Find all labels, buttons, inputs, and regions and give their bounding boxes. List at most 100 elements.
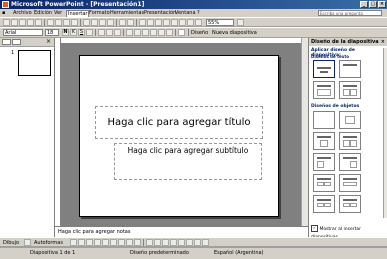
open-icon[interactable] [11,19,18,26]
menu-presentacion[interactable]: Presentación [144,9,176,17]
layout-content-text[interactable] [313,153,335,171]
numbering-icon[interactable] [126,29,133,36]
decrease-font-icon[interactable] [150,29,157,36]
line-style-icon[interactable] [170,239,177,246]
text-box-icon[interactable] [102,239,109,246]
layout-blank[interactable] [313,111,335,129]
layout-title-only[interactable] [339,60,361,78]
line-icon[interactable] [70,239,77,246]
font-size-select[interactable]: 18 [45,29,59,36]
undo-icon[interactable] [119,19,126,26]
show-grid-icon[interactable] [187,19,194,26]
print-icon[interactable] [47,19,54,26]
insert-table-icon[interactable] [147,19,154,26]
draw-menu-button[interactable]: Dibujo [3,239,19,247]
close-task-pane-icon[interactable]: × [381,38,385,46]
font-color-draw-icon[interactable] [162,239,169,246]
arrow-style-icon[interactable] [186,239,193,246]
fill-color-icon[interactable] [146,239,153,246]
zoom-select[interactable]: 55% [206,19,234,26]
shadow-style-icon[interactable] [194,239,201,246]
save-icon[interactable] [19,19,26,26]
tab-outline[interactable] [2,39,11,45]
menu-help[interactable]: ? [197,9,200,17]
underline-icon[interactable]: S [78,29,85,36]
rectangle-icon[interactable] [86,239,93,246]
design-button[interactable]: Diseño [191,29,208,37]
increase-font-icon[interactable] [142,29,149,36]
layout-title-text[interactable] [313,81,335,99]
menu-herramientas[interactable]: Herramientas [110,9,144,17]
menu-ventana[interactable]: Ventana [175,9,196,17]
picture-icon[interactable] [134,239,141,246]
align-center-icon[interactable] [106,29,113,36]
close-icon[interactable]: × [378,1,386,8]
oval-icon[interactable] [94,239,101,246]
menu-formato[interactable]: Formato [89,9,110,17]
font-name-select[interactable]: Arial [3,29,43,36]
align-right-icon[interactable] [114,29,121,36]
clipart-icon[interactable] [126,239,133,246]
format-painter-icon[interactable] [107,19,114,26]
ask-question-input[interactable]: Escriba una pregunta [318,10,382,16]
help-icon[interactable] [237,19,244,26]
layout-title-content-grid[interactable] [339,195,361,213]
insert-chart-icon[interactable] [139,19,146,26]
permission-icon[interactable] [27,19,34,26]
diagram-icon[interactable] [118,239,125,246]
research-icon[interactable] [71,19,78,26]
layout-two-columns[interactable] [339,81,361,99]
bold-icon[interactable]: N [62,29,69,36]
3d-style-icon[interactable] [202,239,209,246]
color-grayscale-icon[interactable] [195,19,202,26]
slide-canvas[interactable]: Haga clic para agregar título Haga clic … [79,55,279,217]
bullets-icon[interactable] [134,29,141,36]
menu-archivo[interactable]: Archivo [13,9,32,17]
email-icon[interactable] [35,19,42,26]
select-objects-icon[interactable] [24,239,31,246]
increase-indent-icon[interactable] [166,29,173,36]
autoshapes-menu-button[interactable]: Autoformas [34,239,63,247]
italic-icon[interactable]: K [70,29,77,36]
maximize-icon[interactable]: □ [369,1,377,8]
layout-content-over-text[interactable] [339,174,361,192]
copy-icon[interactable] [91,19,98,26]
layout-title-slide[interactable] [313,60,335,78]
redo-icon[interactable] [127,19,134,26]
layout-text-content[interactable] [339,153,361,171]
insert-hyperlink-icon[interactable] [163,19,170,26]
close-pane-icon[interactable]: × [46,38,51,46]
wordart-icon[interactable] [110,239,117,246]
align-left-icon[interactable] [98,29,105,36]
powerpoint-app-icon[interactable] [2,1,9,8]
dash-style-icon[interactable] [178,239,185,246]
layout-content-grid[interactable] [313,195,335,213]
show-on-insert-checkbox[interactable]: ✓ [311,225,318,232]
print-preview-icon[interactable] [55,19,62,26]
font-color-icon[interactable] [178,29,185,36]
line-color-icon[interactable] [154,239,161,246]
tab-slides[interactable] [12,39,21,45]
layout-four-content[interactable] [313,174,335,192]
spelling-icon[interactable] [63,19,70,26]
minimize-icon[interactable]: _ [360,1,368,8]
show-formatting-icon[interactable] [179,19,186,26]
title-placeholder[interactable]: Haga clic para agregar título [95,106,263,139]
new-icon[interactable] [3,19,10,26]
shadow-icon[interactable] [86,29,93,36]
arrow-icon[interactable] [78,239,85,246]
slide-thumbnail[interactable] [18,50,51,76]
decrease-indent-icon[interactable] [158,29,165,36]
new-slide-button[interactable]: Nueva diapositiva [212,29,257,37]
layout-title-content[interactable] [313,132,335,150]
expand-all-icon[interactable] [171,19,178,26]
menu-ver[interactable]: Ver [54,9,62,17]
cut-icon[interactable] [83,19,90,26]
menu-edicion[interactable]: Edición [34,9,52,17]
layout-title-two-content[interactable] [339,132,361,150]
task-pane-scrollbar[interactable] [383,48,387,218]
doc-icon[interactable]: ▪ [2,9,5,17]
vertical-scrollbar[interactable] [301,38,308,226]
paste-icon[interactable] [99,19,106,26]
tables-borders-icon[interactable] [155,19,162,26]
